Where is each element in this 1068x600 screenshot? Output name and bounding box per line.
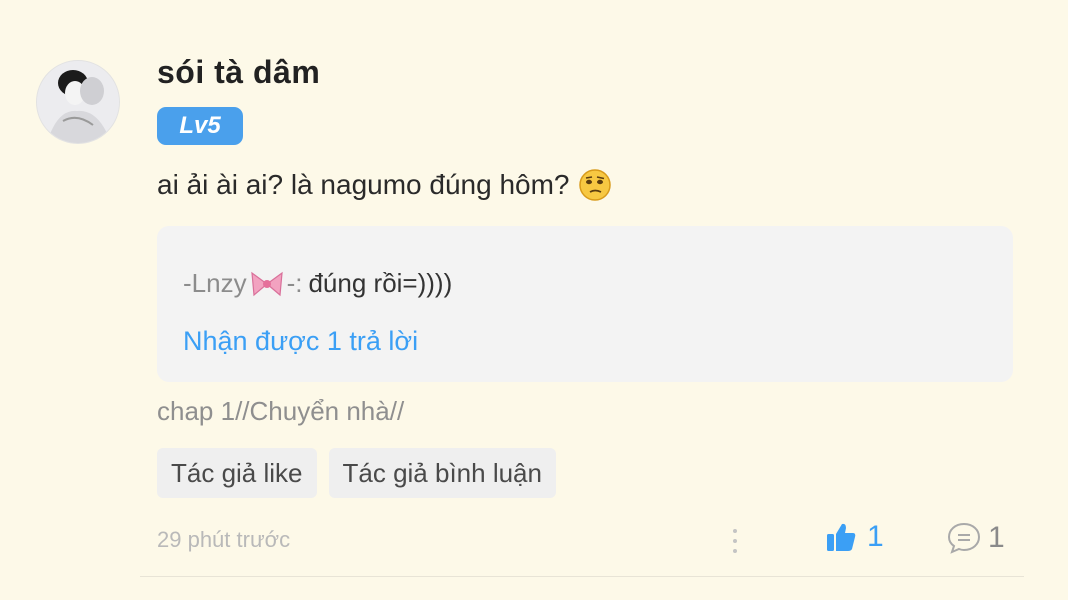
chapter-link[interactable]: chap 1//Chuyển nhà// xyxy=(157,396,404,427)
tag-author-commented: Tác giả bình luận xyxy=(328,448,556,498)
view-replies-link[interactable]: Nhận được 1 trả lời xyxy=(183,326,418,357)
reply-author-name[interactable]: -Lnzy xyxy=(183,268,247,299)
level-badge: Lv5 xyxy=(157,107,243,145)
timestamp: 29 phút trước xyxy=(157,527,291,552)
comment-text: ai ải ài ai? là nagumo đúng hôm? xyxy=(157,169,570,200)
avatar-image xyxy=(37,61,119,143)
comment-bubble-icon xyxy=(947,522,981,554)
like-button[interactable]: 1 xyxy=(825,520,884,554)
reply-preview[interactable]: -Lnzy -: đúng rồi=)))) Nhận được 1 trả l… xyxy=(157,226,1013,382)
comment-author-name[interactable]: sói tà dâm xyxy=(157,54,320,91)
divider xyxy=(140,576,1024,577)
tag-list: Tác giả like Tác giả bình luận xyxy=(157,448,556,498)
reply-text: đúng rồi=)))) xyxy=(308,268,453,298)
comment-card: sói tà dâm Lv5 ai ải ài ai? là nagumo đú… xyxy=(0,0,1068,600)
reply-count: 1 xyxy=(988,521,1005,554)
thinking-face-icon xyxy=(578,169,611,201)
tag-author-liked: Tác giả like xyxy=(157,448,317,498)
reply-author-suffix: -: xyxy=(286,268,303,298)
thumbs-up-icon xyxy=(827,523,856,551)
like-count: 1 xyxy=(867,520,884,553)
more-vertical-icon[interactable] xyxy=(728,526,742,556)
bow-icon xyxy=(250,271,283,296)
avatar[interactable] xyxy=(36,60,120,144)
reply-preview-line: -Lnzy -: đúng rồi=)))) xyxy=(183,268,452,299)
reply-button[interactable]: 1 xyxy=(946,520,1005,556)
comment-body: ai ải ài ai? là nagumo đúng hôm? xyxy=(157,168,612,202)
